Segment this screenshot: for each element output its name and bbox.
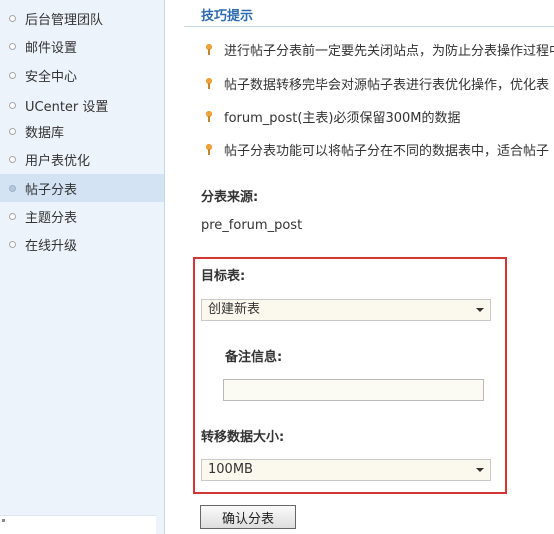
bullet-icon bbox=[9, 71, 16, 79]
bullet-icon bbox=[9, 127, 16, 135]
target-table-value: 创建新表 bbox=[208, 302, 261, 317]
pin-icon bbox=[206, 144, 212, 155]
sidebar-item-label: 安全中心 bbox=[25, 69, 78, 85]
sidebar-item-label: 数据库 bbox=[25, 125, 65, 141]
tip-text: 进行帖子分表前一定要先关闭站点，为防止分表操作过程中 bbox=[224, 43, 554, 59]
sidebar-item-admin-team[interactable]: 后台管理团队 bbox=[0, 4, 164, 32]
sidebar-footer bbox=[0, 515, 156, 534]
source-value: pre_forum_post bbox=[201, 218, 303, 233]
dropdown-arrow-icon bbox=[476, 308, 484, 312]
sidebar-item-ucenter[interactable]: UCenter 设置 bbox=[0, 91, 164, 119]
bullet-icon bbox=[9, 240, 16, 248]
bullet-icon bbox=[9, 184, 16, 192]
pin-icon bbox=[206, 78, 212, 89]
note-label: 备注信息: bbox=[225, 350, 283, 365]
transfer-size-value: 100MB bbox=[208, 462, 253, 477]
tip-text: 帖子数据转移完毕会对源帖子表进行表优化操作，优化表 bbox=[224, 77, 550, 93]
tip-item: 进行帖子分表前一定要先关闭站点，为防止分表操作过程中 bbox=[206, 38, 554, 60]
sidebar-item-label: 帖子分表 bbox=[25, 182, 78, 198]
sidebar-item-post-split[interactable]: 帖子分表 bbox=[0, 174, 164, 202]
tip-text: forum_post(主表)必须保留300M的数据 bbox=[224, 110, 461, 126]
sidebar-item-label: UCenter 设置 bbox=[25, 99, 109, 115]
sidebar-item-mail-settings[interactable]: 邮件设置 bbox=[0, 32, 164, 60]
confirm-split-button[interactable]: 确认分表 bbox=[200, 505, 296, 529]
sidebar-item-online-upgrade[interactable]: 在线升级 bbox=[0, 230, 164, 258]
source-label: 分表来源: bbox=[201, 190, 259, 205]
sidebar-item-security[interactable]: 安全中心 bbox=[0, 61, 164, 89]
pin-icon bbox=[206, 44, 212, 55]
tip-item: 帖子分表功能可以将帖子分在不同的数据表中，适合帖子 bbox=[206, 138, 554, 160]
size-label: 转移数据大小: bbox=[201, 430, 285, 445]
bullet-icon bbox=[9, 212, 16, 220]
target-label: 目标表: bbox=[201, 269, 246, 284]
bullet-icon bbox=[9, 42, 16, 50]
note-input[interactable] bbox=[223, 379, 484, 401]
dropdown-arrow-icon bbox=[476, 468, 484, 472]
bullet-icon bbox=[9, 101, 16, 109]
tip-text: 帖子分表功能可以将帖子分在不同的数据表中，适合帖子 bbox=[224, 143, 550, 159]
sidebar-item-label: 邮件设置 bbox=[25, 40, 78, 56]
sidebar-item-label: 在线升级 bbox=[25, 238, 78, 254]
tip-item: forum_post(主表)必须保留300M的数据 bbox=[206, 105, 554, 127]
pin-icon bbox=[206, 111, 212, 122]
sidebar-item-thread-split[interactable]: 主题分表 bbox=[0, 202, 164, 230]
bullet-icon bbox=[9, 14, 16, 22]
sidebar-item-database[interactable]: 数据库 bbox=[0, 117, 164, 145]
sidebar-item-user-table-optimize[interactable]: 用户表优化 bbox=[0, 145, 164, 173]
resize-handle-icon bbox=[2, 519, 5, 522]
sidebar: 后台管理团队 邮件设置 安全中心 UCenter 设置 数据库 用户表优化 帖子… bbox=[0, 0, 165, 534]
sidebar-item-label: 主题分表 bbox=[25, 210, 78, 226]
transfer-size-select[interactable]: 100MB bbox=[201, 459, 491, 481]
sidebar-item-label: 用户表优化 bbox=[25, 153, 91, 169]
bullet-icon bbox=[9, 155, 16, 163]
tips-title: 技巧提示 bbox=[201, 9, 254, 24]
tips-header: 技巧提示 bbox=[184, 0, 554, 27]
tip-item: 帖子数据转移完毕会对源帖子表进行表优化操作，优化表 bbox=[206, 72, 554, 94]
target-table-select[interactable]: 创建新表 bbox=[201, 299, 491, 321]
sidebar-item-label: 后台管理团队 bbox=[25, 12, 104, 28]
